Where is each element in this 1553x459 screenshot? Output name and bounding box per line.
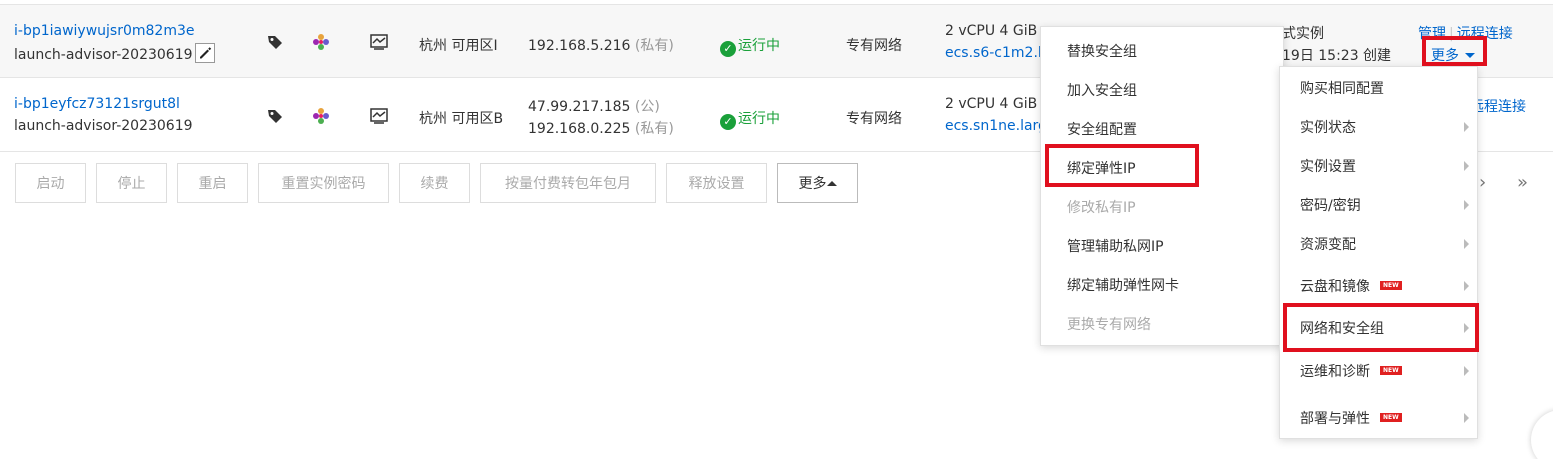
remote-connect-link[interactable]: 远程连接 xyxy=(1470,96,1526,116)
spec: 2 vCPU 4 GiB xyxy=(945,96,1038,112)
more-dropdown[interactable]: 更多 xyxy=(1431,45,1475,65)
billing-type: 式实例 xyxy=(1282,26,1324,42)
ip-private: 192.168.5.216 (私有) xyxy=(528,35,674,55)
more-actions-menu: 购买相同配置 实例状态 实例设置 密码/密钥 资源变配 云盘和镜像 NEW 网络和… xyxy=(1279,66,1478,439)
spec-type-link[interactable]: ecs.s6-c1m2.la xyxy=(945,45,1050,61)
network-type: 专有网络 xyxy=(846,111,902,127)
ip-private-tag: (私有) xyxy=(634,121,674,137)
menu-item-label: 实例设置 xyxy=(1300,158,1356,175)
bulk-more-label: 更多 xyxy=(798,176,827,192)
chevron-right-icon xyxy=(1464,412,1469,423)
menu-item-buy-same-config[interactable]: 购买相同配置 xyxy=(1280,68,1477,107)
spec-type-link[interactable]: ecs.sn1ne.large xyxy=(945,118,1056,134)
monitor-chart-icon[interactable] xyxy=(369,32,389,52)
release-settings-button[interactable]: 释放设置 xyxy=(666,163,767,203)
menu-item-bind-eip[interactable]: 绑定弹性IP xyxy=(1041,148,1283,187)
renew-button[interactable]: 续费 xyxy=(399,163,470,203)
menu-item-label: 资源变配 xyxy=(1300,236,1356,253)
chevron-right-icon xyxy=(1464,199,1469,210)
more-label: 更多 xyxy=(1431,48,1459,64)
tag-icon[interactable] xyxy=(265,32,285,52)
created-time: 19日 15:23 创建 xyxy=(1282,48,1392,64)
caret-down-icon xyxy=(1465,53,1475,58)
row-actions: 管理 | 远程连接 xyxy=(1418,23,1513,43)
menu-item-deploy-elastic[interactable]: 部署与弹性 NEW xyxy=(1280,398,1477,437)
instance-id-link[interactable]: i-bp1eyfcz73121srgut8l xyxy=(14,96,180,112)
ip-private-tag: (私有) xyxy=(634,38,674,54)
pager-next-button[interactable]: › xyxy=(1479,172,1486,193)
instance-name-text: launch-advisor-20230619 xyxy=(14,47,193,63)
start-button[interactable]: 启动 xyxy=(15,163,86,203)
monitor-chart-icon[interactable] xyxy=(369,106,389,126)
check-circle-icon: ✓ xyxy=(720,41,736,57)
instance-name: launch-advisor-20230619 xyxy=(14,118,193,134)
ip-private-value: 192.168.5.216 xyxy=(528,38,631,54)
instance-name: launch-advisor-20230619 xyxy=(14,43,215,65)
check-circle-icon: ✓ xyxy=(720,114,736,130)
reset-password-button[interactable]: 重置实例密码 xyxy=(258,163,389,203)
menu-item-label: 实例状态 xyxy=(1300,119,1356,136)
instance-id-link[interactable]: i-bp1iawiywujsr0m82m3e xyxy=(14,23,195,39)
bulk-action-bar: 启动 停止 重启 重置实例密码 续费 按量付费转包年包月 释放设置 更多 xyxy=(15,163,868,203)
action-separator: | xyxy=(1449,26,1454,42)
ip-public-tag: (公) xyxy=(634,99,660,115)
chevron-right-icon xyxy=(1464,280,1469,291)
menu-item-instance-settings[interactable]: 实例设置 xyxy=(1280,146,1477,185)
manage-link[interactable]: 管理 xyxy=(1418,26,1446,42)
menu-item-label: 云盘和镜像 xyxy=(1300,278,1370,295)
new-badge: NEW xyxy=(1380,366,1402,375)
chevron-right-icon xyxy=(1464,160,1469,171)
network-security-submenu: 替换安全组 加入安全组 安全组配置 绑定弹性IP 修改私有IP 管理辅助私网IP… xyxy=(1040,26,1284,346)
chevron-right-icon xyxy=(1464,121,1469,132)
restart-button[interactable]: 重启 xyxy=(177,163,248,203)
menu-item-replace-security-group[interactable]: 替换安全组 xyxy=(1041,31,1283,70)
new-badge: NEW xyxy=(1380,413,1402,422)
menu-item-label: 运维和诊断 xyxy=(1300,363,1370,380)
menu-item-security-group-config[interactable]: 安全组配置 xyxy=(1041,109,1283,148)
bulk-more-button[interactable]: 更多 xyxy=(777,163,858,203)
edit-pencil-icon[interactable] xyxy=(194,43,215,63)
menu-item-network-security[interactable]: 网络和安全组 xyxy=(1280,308,1477,347)
ip-public-value: 47.99.217.185 xyxy=(528,99,631,115)
menu-item-instance-status[interactable]: 实例状态 xyxy=(1280,107,1477,146)
status-text: 运行中 xyxy=(738,111,780,127)
menu-item-resource-change[interactable]: 资源变配 xyxy=(1280,224,1477,263)
pager-last-button[interactable]: » xyxy=(1517,172,1528,193)
colorful-app-icon[interactable] xyxy=(311,106,331,126)
menu-item-join-security-group[interactable]: 加入安全组 xyxy=(1041,70,1283,109)
chevron-right-icon xyxy=(1464,365,1469,376)
zone: 杭州 可用区I xyxy=(419,38,498,54)
chevron-right-icon xyxy=(1464,238,1469,249)
stop-button[interactable]: 停止 xyxy=(96,163,167,203)
menu-item-modify-private-ip: 修改私有IP xyxy=(1067,199,1136,216)
ip-private: 192.168.0.225 (私有) xyxy=(528,118,674,138)
status-badge: ✓ 运行中 xyxy=(720,35,780,57)
menu-item-bind-secondary-eni[interactable]: 绑定辅助弹性网卡 xyxy=(1041,265,1283,304)
tag-icon[interactable] xyxy=(265,106,285,126)
menu-item-ops-diagnosis[interactable]: 运维和诊断 NEW xyxy=(1280,351,1477,390)
colorful-app-icon[interactable] xyxy=(311,32,331,52)
remote-connect-link[interactable]: 远程连接 xyxy=(1457,26,1513,42)
menu-item-label: 部署与弹性 xyxy=(1300,410,1370,427)
zone: 杭州 可用区B xyxy=(419,111,504,127)
network-type: 专有网络 xyxy=(846,38,902,54)
menu-item-change-vpc: 更换专有网络 xyxy=(1067,316,1151,333)
status-text: 运行中 xyxy=(738,38,780,54)
chevron-right-icon xyxy=(1464,322,1469,333)
new-badge: NEW xyxy=(1380,281,1402,290)
menu-item-label: 密码/密钥 xyxy=(1300,197,1361,214)
spec: 2 vCPU 4 GiB xyxy=(945,23,1038,39)
menu-item-password-key[interactable]: 密码/密钥 xyxy=(1280,185,1477,224)
convert-billing-button[interactable]: 按量付费转包年包月 xyxy=(480,163,656,203)
menu-item-disk-image[interactable]: 云盘和镜像 NEW xyxy=(1280,266,1477,305)
floating-help-button[interactable] xyxy=(1531,410,1553,459)
status-badge: ✓ 运行中 xyxy=(720,108,780,130)
ip-public: 47.99.217.185 (公) xyxy=(528,96,660,116)
ip-private-value: 192.168.0.225 xyxy=(528,121,631,137)
caret-up-icon xyxy=(826,180,837,186)
menu-item-label: 网络和安全组 xyxy=(1300,320,1384,337)
menu-item-manage-secondary-ip[interactable]: 管理辅助私网IP xyxy=(1041,226,1283,265)
